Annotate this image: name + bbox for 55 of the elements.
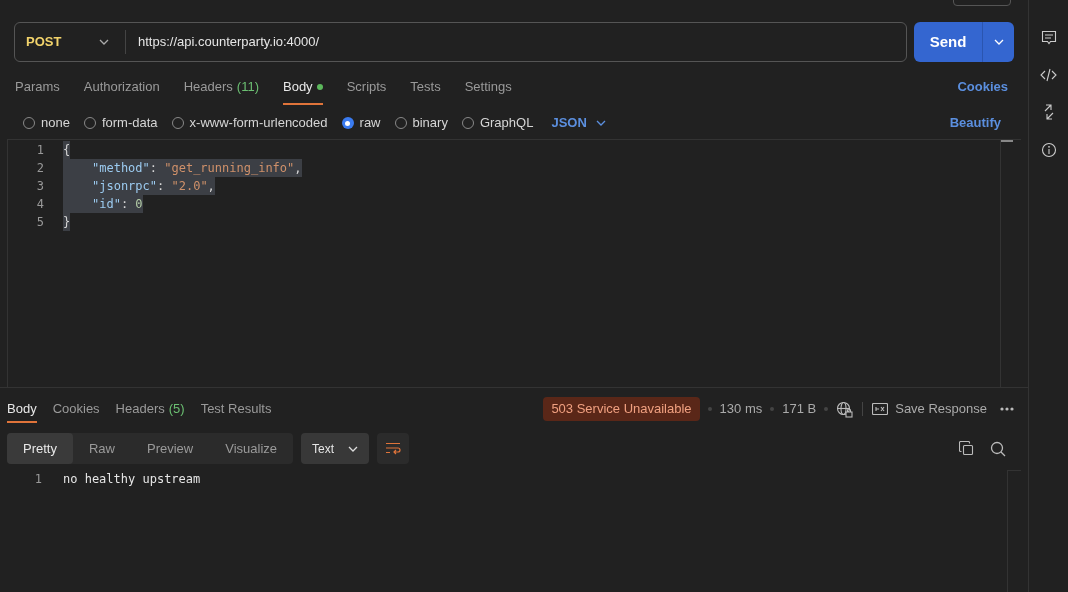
- wrap-lines-icon: [385, 442, 402, 455]
- chevron-down-icon: [99, 39, 109, 45]
- beautify-link[interactable]: Beautify: [949, 113, 1001, 133]
- code-editor[interactable]: 1 { 2 "method": "get_running_info", 3 "jsonrpc": "2.0", 4 "id": 0 5 }: [7, 139, 1021, 387]
- save-response-button[interactable]: Save Response: [872, 399, 987, 419]
- tab[interactable]: Tests: [410, 63, 441, 111]
- comment-icon[interactable]: [1040, 30, 1057, 46]
- tab[interactable]: Authorization: [83, 63, 160, 111]
- wrap-lines-button[interactable]: [377, 433, 410, 464]
- radio-option[interactable]: GraphQL: [461, 113, 534, 133]
- response-format-dropdown[interactable]: Text: [301, 433, 370, 464]
- more-icon[interactable]: [1000, 407, 1014, 411]
- radio-button[interactable]: [341, 117, 354, 129]
- line-number: 4: [35, 196, 44, 213]
- method-dropdown[interactable]: POST: [15, 23, 125, 61]
- radio-option[interactable]: binary: [394, 113, 448, 133]
- code-icon[interactable]: [1040, 68, 1057, 82]
- chevron-down-icon: [348, 445, 359, 452]
- chevron-down-icon: [993, 39, 1004, 45]
- view-mode-tab[interactable]: Preview: [131, 433, 210, 464]
- tab[interactable]: Body: [283, 63, 323, 111]
- tab[interactable]: Body: [7, 389, 37, 429]
- save-image-icon: [872, 403, 889, 415]
- format-dropdown[interactable]: JSON: [551, 113, 606, 133]
- response-time: 130 ms: [719, 400, 763, 419]
- tab[interactable]: Cookies: [52, 389, 100, 429]
- copy-icon[interactable]: [959, 441, 974, 456]
- tab[interactable]: Test Results: [200, 389, 272, 429]
- search-icon[interactable]: [990, 440, 1006, 457]
- view-mode-tab[interactable]: Raw: [72, 433, 131, 464]
- line-number: 1: [33, 471, 42, 488]
- cookies-link[interactable]: Cookies: [957, 77, 1008, 97]
- status-badge: 503 Service Unavailable: [543, 397, 700, 421]
- radio-option[interactable]: none: [23, 113, 70, 133]
- line-number: 3: [35, 178, 44, 195]
- tab[interactable]: Scripts: [346, 63, 387, 111]
- radio-option[interactable]: form-data: [83, 113, 158, 133]
- globe-lock-icon[interactable]: [836, 400, 854, 418]
- response-size: 171 B: [782, 400, 817, 419]
- radio-option[interactable]: raw: [341, 113, 381, 133]
- line-number: 5: [35, 214, 44, 231]
- info-icon[interactable]: [1040, 142, 1057, 158]
- tab[interactable]: Settings: [464, 63, 512, 111]
- url-field[interactable]: POST https://api.counterparty.io:4000/: [14, 22, 907, 62]
- scrollbar[interactable]: [1000, 140, 1014, 387]
- chevron-down-icon: [595, 120, 606, 126]
- view-mode-tab[interactable]: Pretty: [7, 433, 73, 464]
- tab[interactable]: Headers (11): [183, 63, 259, 111]
- line-number: 2: [35, 160, 44, 177]
- response-line: no healthy upstream: [63, 471, 201, 488]
- line-number: 1: [35, 142, 44, 159]
- tab[interactable]: Params: [15, 63, 60, 111]
- tab[interactable]: Headers (5): [115, 389, 185, 429]
- view-mode-tab[interactable]: Visualize: [209, 433, 294, 464]
- radio-option[interactable]: x-www-form-urlencoded: [171, 113, 328, 133]
